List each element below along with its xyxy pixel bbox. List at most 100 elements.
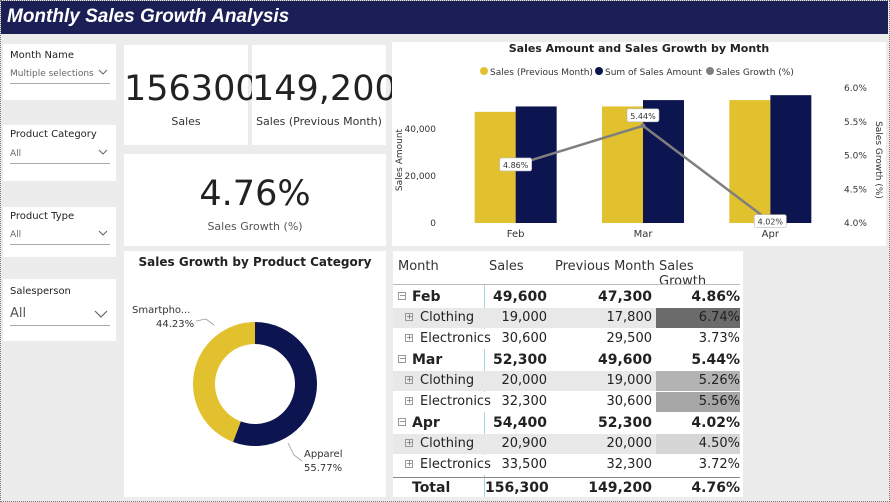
chevron-down-icon [98, 149, 108, 155]
sales-matrix[interactable]: Month Sales Previous Month Sales Growth … [393, 251, 743, 497]
chevron-down-icon [98, 69, 108, 75]
slicer-product-category[interactable]: Product Category All [3, 125, 116, 181]
header-month: Month [398, 259, 439, 274]
row-prev: 20,000 [606, 436, 653, 451]
donut-chart-card[interactable]: Sales Growth by Product Category Smartph… [124, 251, 386, 497]
row-sales: 20,000 [501, 373, 548, 388]
bar-prev-mar[interactable] [602, 106, 643, 223]
expand-icon[interactable]: + [405, 376, 413, 384]
row-sales: 52,300 [492, 352, 547, 368]
type-dropdown[interactable]: All [10, 227, 110, 245]
row-prev: 32,300 [606, 457, 653, 472]
table-row[interactable]: − Apr 54,400 52,300 4.02% [393, 413, 740, 433]
kpi-growth-label: Sales Growth (%) [207, 220, 303, 233]
row-category: Clothing [420, 373, 475, 388]
total-row: Total 156,300 149,200 4.76% [393, 478, 740, 498]
slicer-label: Product Type [10, 211, 75, 222]
growth-data-label: 4.86% [503, 161, 529, 170]
y-axis-title: Sales Amount [395, 128, 405, 191]
kpi-sales-card: 156300 Sales [124, 45, 258, 145]
table-row[interactable]: + Electronics 30,600 29,500 3.73% [393, 329, 740, 349]
kpi-growth-value: 4.76% [199, 174, 311, 214]
row-sales: 20,900 [501, 436, 548, 451]
combo-chart-card[interactable]: Sales Amount and Sales Growth by Month S… [392, 42, 886, 246]
table-row[interactable]: − Mar 52,300 49,600 5.44% [393, 350, 740, 370]
total-divider [393, 477, 740, 478]
header-prev: Previous Month [555, 259, 655, 274]
row-growth: 4.50% [698, 436, 740, 451]
row-growth: 5.26% [698, 373, 740, 388]
collapse-icon[interactable]: − [398, 355, 406, 363]
row-sales: 19,000 [501, 310, 548, 325]
salesperson-dropdown[interactable]: All [10, 304, 110, 326]
table-row[interactable]: − Feb 49,600 47,300 4.86% [393, 287, 740, 307]
header-divider [393, 284, 740, 285]
table-row[interactable]: + Clothing 19,000 17,800 6.74% [393, 308, 740, 328]
expand-icon[interactable]: + [405, 313, 413, 321]
total-prev: 149,200 [588, 480, 652, 496]
title-bar: Monthly Sales Growth Analysis [1, 1, 888, 34]
table-row[interactable]: + Electronics 32,300 30,600 5.56% [393, 392, 740, 412]
collapse-icon[interactable]: − [398, 292, 406, 300]
expand-icon[interactable]: + [405, 334, 413, 342]
slicer-product-type[interactable]: Product Type All [3, 207, 116, 257]
y2-axis-title: Sales Growth (%) [873, 121, 883, 199]
row-category: Electronics [420, 331, 491, 346]
growth-point[interactable] [640, 123, 646, 129]
row-growth: 3.72% [698, 457, 740, 472]
row-prev: 29,500 [606, 331, 653, 346]
row-sales: 49,600 [492, 289, 547, 305]
row-prev: 52,300 [597, 415, 652, 431]
y-tick-label: 0 [430, 219, 436, 229]
row-category: Clothing [420, 436, 475, 451]
legend-prev: Sales (Previous Month) [490, 68, 593, 78]
y-tick-label: 20,000 [405, 172, 437, 182]
y2-tick-label: 5.5% [844, 118, 867, 128]
dropdown-value: Multiple selections [10, 69, 94, 79]
row-growth: 5.56% [698, 394, 740, 409]
collapse-icon[interactable]: − [398, 418, 406, 426]
growth-data-label: 4.02% [758, 218, 784, 227]
donut-pct-smartphones: 44.23% [156, 319, 194, 330]
slicer-label: Salesperson [10, 286, 71, 297]
slicer-month-name[interactable]: Month Name Multiple selections [3, 44, 116, 100]
table-row[interactable]: + Electronics 33,500 32,300 3.72% [393, 455, 740, 475]
bar-prev-apr[interactable] [729, 100, 771, 223]
kpi-prev-value: 149,200 [252, 69, 397, 109]
kpi-sales-label: Sales [171, 115, 201, 128]
row-category: Electronics [420, 457, 491, 472]
legend-swatch-sales [595, 67, 603, 75]
kpi-prev-label: Sales (Previous Month) [256, 115, 382, 128]
slicer-salesperson[interactable]: Salesperson All [3, 279, 116, 341]
dropdown-value: All [10, 149, 22, 159]
dropdown-value: All [10, 230, 22, 240]
row-category: Clothing [420, 310, 475, 325]
total-sales: 156,300 [485, 480, 549, 496]
expand-icon[interactable]: + [405, 397, 413, 405]
x-tick-label: Apr [762, 229, 780, 240]
row-sales: 54,400 [492, 415, 547, 431]
legend-swatch-prev [480, 67, 488, 75]
row-growth: 3.73% [698, 331, 740, 346]
category-dropdown[interactable]: All [10, 146, 110, 164]
chart-legend: Sales (Previous Month) Sum of Sales Amou… [480, 67, 794, 78]
row-sales: 33,500 [501, 457, 548, 472]
donut-label-smartphones: Smartpho... [132, 305, 190, 316]
table-row[interactable]: + Clothing 20,000 19,000 5.26% [393, 371, 740, 391]
legend-swatch-growth [706, 67, 714, 75]
bar-sales-apr[interactable] [770, 95, 812, 223]
x-tick-label: Feb [507, 229, 525, 240]
donut-pct-apparel: 55.77% [304, 463, 342, 474]
expand-icon[interactable]: + [405, 439, 413, 447]
expand-icon[interactable]: + [405, 460, 413, 468]
kpi-sales-value: 156300 [124, 69, 258, 109]
total-growth: 4.76% [691, 480, 740, 496]
row-month: Apr [412, 415, 440, 431]
combo-chart: Sales (Previous Month) Sum of Sales Amou… [395, 67, 883, 240]
donut-leader-line [195, 318, 215, 326]
table-row[interactable]: + Clothing 20,900 20,000 4.50% [393, 434, 740, 454]
y2-tick-label: 5.0% [844, 152, 867, 162]
row-prev: 17,800 [606, 310, 653, 325]
month-dropdown[interactable]: Multiple selections [10, 66, 110, 84]
y2-tick-label: 4.0% [844, 219, 867, 229]
